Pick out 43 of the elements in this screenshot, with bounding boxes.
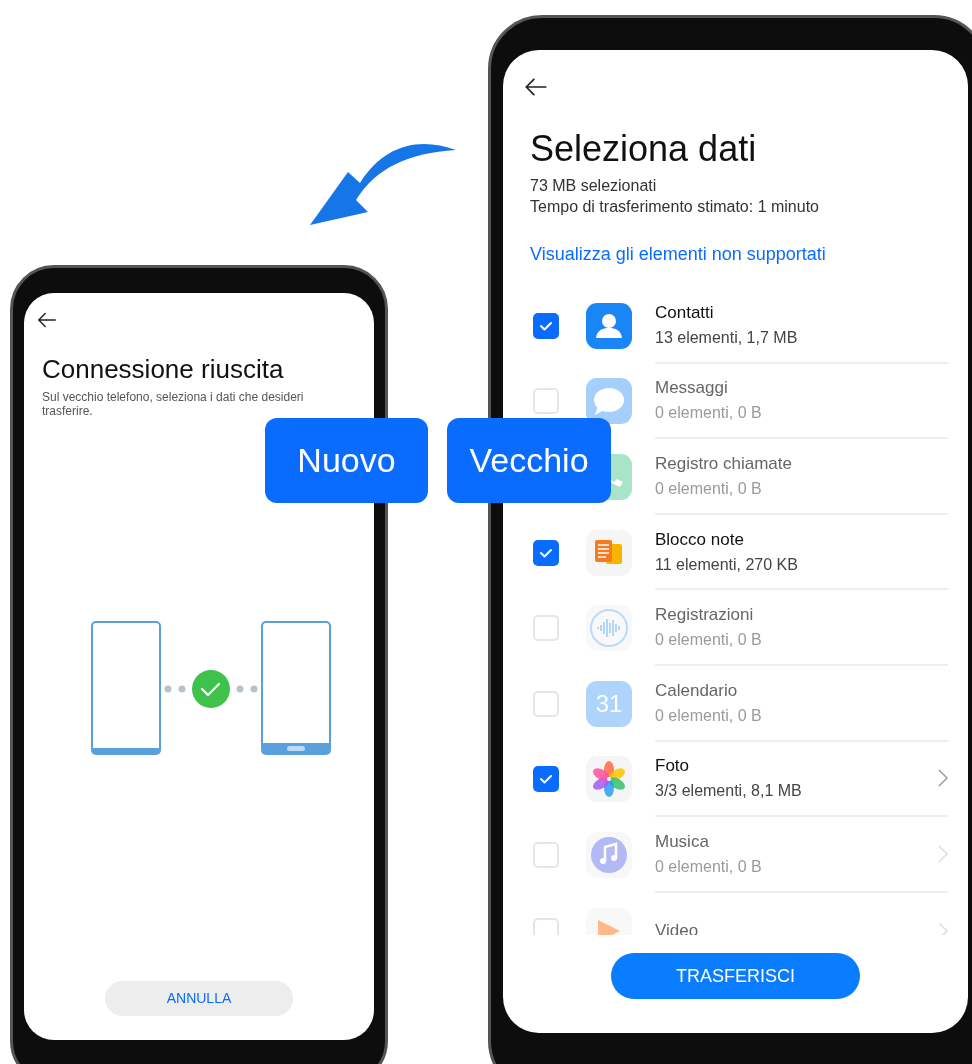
chat-bubble-icon	[586, 378, 632, 425]
phone-label-tooltip: Vecchio	[447, 418, 611, 503]
cancel-button[interactable]: ANNULLA	[105, 981, 293, 1016]
item-name: Foto	[655, 755, 691, 778]
item-name: Blocco note	[655, 528, 745, 551]
item-detail: 11 elementi, 270 KB	[655, 554, 799, 575]
instruction-text: Sul vecchio telefono, seleziona i dati che desideri trasferire.	[42, 389, 305, 418]
item-name: Video	[655, 919, 700, 935]
screen-title: Connessione riuscita	[42, 353, 285, 386]
checkbox[interactable]	[532, 388, 559, 415]
music-note-icon	[586, 831, 632, 878]
person-icon	[586, 302, 632, 349]
checkbox[interactable]	[532, 841, 559, 868]
item-name: Messaggi	[655, 377, 729, 400]
unsupported-items-link[interactable]: Visualizza gli elementi non supportati	[530, 244, 826, 264]
checkbox[interactable]	[532, 539, 559, 566]
item-name: Registro chiamate	[655, 453, 793, 475]
item-detail: 0 elementi, 0 B	[655, 630, 763, 651]
checkbox[interactable]	[532, 690, 559, 717]
transfer-button[interactable]: TRASFERISCI	[611, 953, 860, 999]
item-detail: 0 elementi, 0 B	[655, 856, 763, 877]
notes-icon	[586, 529, 632, 576]
item-name: Calendario	[655, 679, 739, 702]
checkbox[interactable]	[532, 766, 559, 793]
item-detail: 0 elementi, 0 B	[655, 479, 763, 499]
screen-title: Seleziona dati	[529, 127, 758, 171]
checkbox[interactable]	[532, 312, 559, 339]
estimated-time-text: Tempo di trasferimento stimato: 1 minuto	[529, 197, 820, 217]
calendar-icon: 31	[586, 680, 632, 727]
item-detail: 3/3 elementi, 8,1 MB	[655, 781, 803, 802]
item-detail: 0 elementi, 0 B	[655, 705, 763, 726]
chevron-right-icon[interactable]	[938, 769, 948, 788]
checkbox[interactable]	[532, 615, 559, 642]
flower-icon	[586, 756, 632, 803]
phone-label-tooltip: Nuovo	[265, 418, 428, 503]
item-name: Registrazioni	[655, 604, 755, 627]
sound-wave-icon	[586, 605, 632, 652]
item-name: Contatti	[655, 301, 715, 324]
item-name: Musica	[655, 830, 710, 853]
checkbox[interactable]	[532, 917, 559, 935]
item-detail: 0 elementi, 0 B	[655, 403, 763, 424]
item-detail: 13 elementi, 1,7 MB	[655, 327, 799, 348]
selected-size-text: 73 MB selezionati	[529, 176, 658, 196]
